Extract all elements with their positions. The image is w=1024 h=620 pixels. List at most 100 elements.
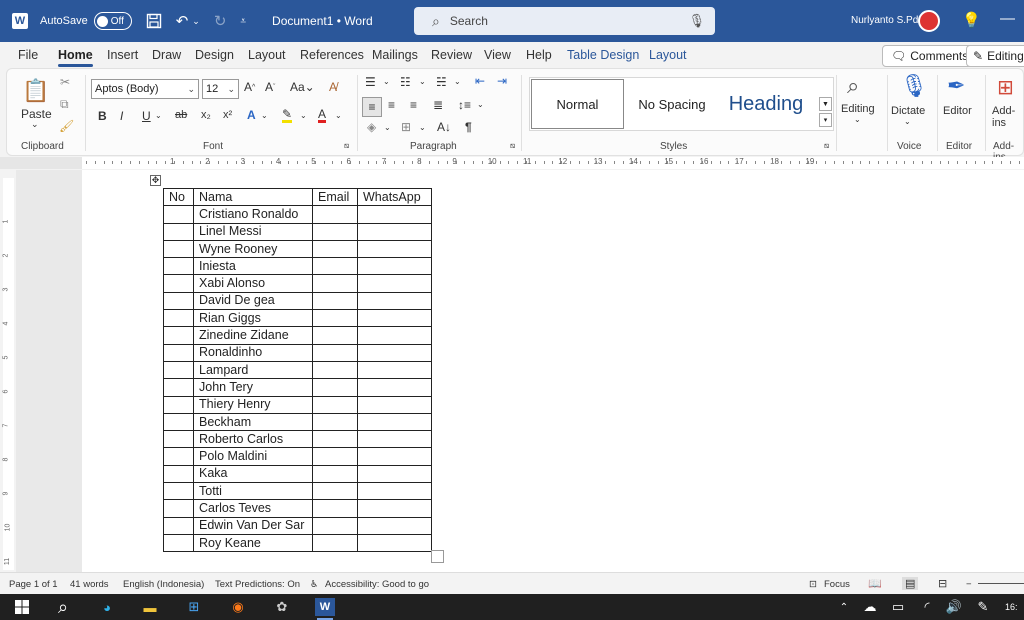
align-right-icon[interactable]: ≡ [410,98,417,112]
header-nama[interactable]: Nama [193,187,313,207]
cell-whatsapp[interactable] [357,395,432,414]
cell-no[interactable] [163,343,194,362]
subscript-icon[interactable]: x₂ [201,109,211,121]
cell-email[interactable] [312,447,358,466]
cell-nama[interactable]: Linel Messi [193,222,313,241]
clock[interactable]: 16: [1005,598,1024,616]
cell-no[interactable] [163,360,194,380]
bold-icon[interactable]: B [98,109,107,123]
pen-icon[interactable]: ✎ [973,598,993,616]
add-ins-icon[interactable]: ⊞ [997,75,1014,100]
cell-no[interactable] [163,239,194,259]
cell-whatsapp[interactable] [357,447,432,466]
vertical-ruler[interactable]: 1 2 3 4 5 6 7 8 9 10 11 [2,178,14,570]
cell-email[interactable] [312,205,358,224]
cell-email[interactable] [312,412,358,432]
firefox-icon[interactable]: ◉ [228,598,248,616]
table-move-handle-icon[interactable]: ✥ [150,175,161,186]
paint-app-icon[interactable]: ✿ [272,598,292,616]
magnifier-icon[interactable]: ⌕ [847,73,859,99]
chevron-down-icon[interactable]: ⌄ [454,77,461,86]
cell-email[interactable] [312,326,358,345]
cell-email[interactable] [312,499,358,518]
cell-email[interactable] [312,291,358,311]
cell-no[interactable] [163,482,194,501]
style-normal[interactable]: Normal [531,79,624,129]
chevron-down-icon[interactable]: ⌄ [419,123,426,132]
cell-email[interactable] [312,309,358,328]
cell-nama[interactable]: Polo Maldini [193,447,313,466]
cell-nama[interactable]: Wyne Rooney [193,239,313,259]
cell-email[interactable] [312,482,358,501]
cell-no[interactable] [163,412,194,432]
change-case-icon[interactable]: Aa⌄ [290,80,315,94]
chevron-down-icon[interactable]: ⌄ [477,100,484,109]
tab-help[interactable]: Help [526,48,552,62]
header-no[interactable]: No [163,187,194,207]
student-table[interactable]: No Nama Email WhatsApp Cristiano Ronaldo… [163,187,432,553]
minimize-icon[interactable]: — [1000,10,1015,27]
chevron-down-icon[interactable]: ⌄ [383,77,390,86]
cell-whatsapp[interactable] [357,430,432,449]
microphone-icon[interactable]: 🎙 [900,73,928,99]
word-taskbar-icon[interactable]: W [315,598,335,620]
focus-button[interactable]: Focus [824,579,850,590]
cell-email[interactable] [312,378,358,397]
editing-group-button[interactable]: Editing [841,103,875,115]
cell-nama[interactable]: Beckham [193,412,313,432]
chevron-down-icon[interactable]: ⌄ [384,123,391,132]
tab-home[interactable]: Home [58,48,93,67]
tab-mailings[interactable]: Mailings [372,48,418,62]
cell-nama[interactable]: Thiery Henry [193,395,313,414]
cut-icon[interactable]: ✂ [60,75,70,89]
header-whatsapp[interactable]: WhatsApp [357,187,432,207]
cell-no[interactable] [163,499,194,518]
file-explorer-icon[interactable]: ▬ [140,598,160,616]
undo-icon[interactable]: ↶ [176,12,189,30]
page-count[interactable]: Page 1 of 1 [9,579,58,590]
cell-whatsapp[interactable] [357,291,432,311]
cell-no[interactable] [163,447,194,466]
chevron-up-icon[interactable]: ⌃ [834,598,854,616]
tab-table-layout[interactable]: Layout [649,48,687,62]
font-name-field[interactable]: Aptos (Body) ⌄ [91,79,199,99]
cell-email[interactable] [312,516,358,535]
dialog-launcher-icon[interactable]: ⧅ [344,141,349,151]
tab-view[interactable]: View [484,48,511,62]
avatar[interactable] [918,10,940,32]
style-no-spacing[interactable]: No Spacing [627,79,717,129]
grow-font-icon[interactable]: A ^ [244,80,255,94]
tab-references[interactable]: References [300,48,364,62]
numbering-icon[interactable]: ☷ [400,75,411,89]
show-formatting-icon[interactable]: ¶ [465,120,472,134]
cell-nama[interactable]: Totti [193,482,313,501]
cell-email[interactable] [312,257,358,276]
header-email[interactable]: Email [312,187,358,207]
cell-no[interactable] [163,222,194,241]
cell-nama[interactable]: Kaka [193,464,313,484]
edge-browser-icon[interactable]: ◕ [97,598,117,616]
cell-whatsapp[interactable] [357,343,432,362]
windows-start-icon[interactable] [12,598,32,616]
tab-insert[interactable]: Insert [107,48,138,62]
cell-whatsapp[interactable] [357,482,432,501]
more-styles-icon[interactable]: ▾ [819,113,832,127]
tab-review[interactable]: Review [431,48,472,62]
cell-nama[interactable]: Edwin Van Der Sar [193,516,313,535]
cell-nama[interactable]: Roy Keane [193,533,313,553]
cell-no[interactable] [163,274,194,293]
search-box[interactable]: ⌕ Search 🎙 [414,7,715,35]
chevron-down-icon[interactable]: ⌄ [227,84,235,95]
microphone-icon[interactable]: 🎙 [688,13,705,29]
cell-whatsapp[interactable] [357,412,432,432]
accessibility-status[interactable]: Accessibility: Good to go [325,579,429,590]
align-center-icon[interactable]: ≡ [388,98,395,112]
onedrive-cloud-icon[interactable]: ☁ [860,598,880,616]
chevron-down-icon[interactable]: ⌄ [335,111,342,120]
cell-nama[interactable]: Cristiano Ronaldo [193,205,313,224]
cell-no[interactable] [163,430,194,449]
shrink-font-icon[interactable]: Aˇ [265,80,275,94]
cell-whatsapp[interactable] [357,205,432,224]
redo-icon[interactable]: ↻ [214,12,227,30]
editor-icon[interactable]: ✒ [947,73,965,99]
